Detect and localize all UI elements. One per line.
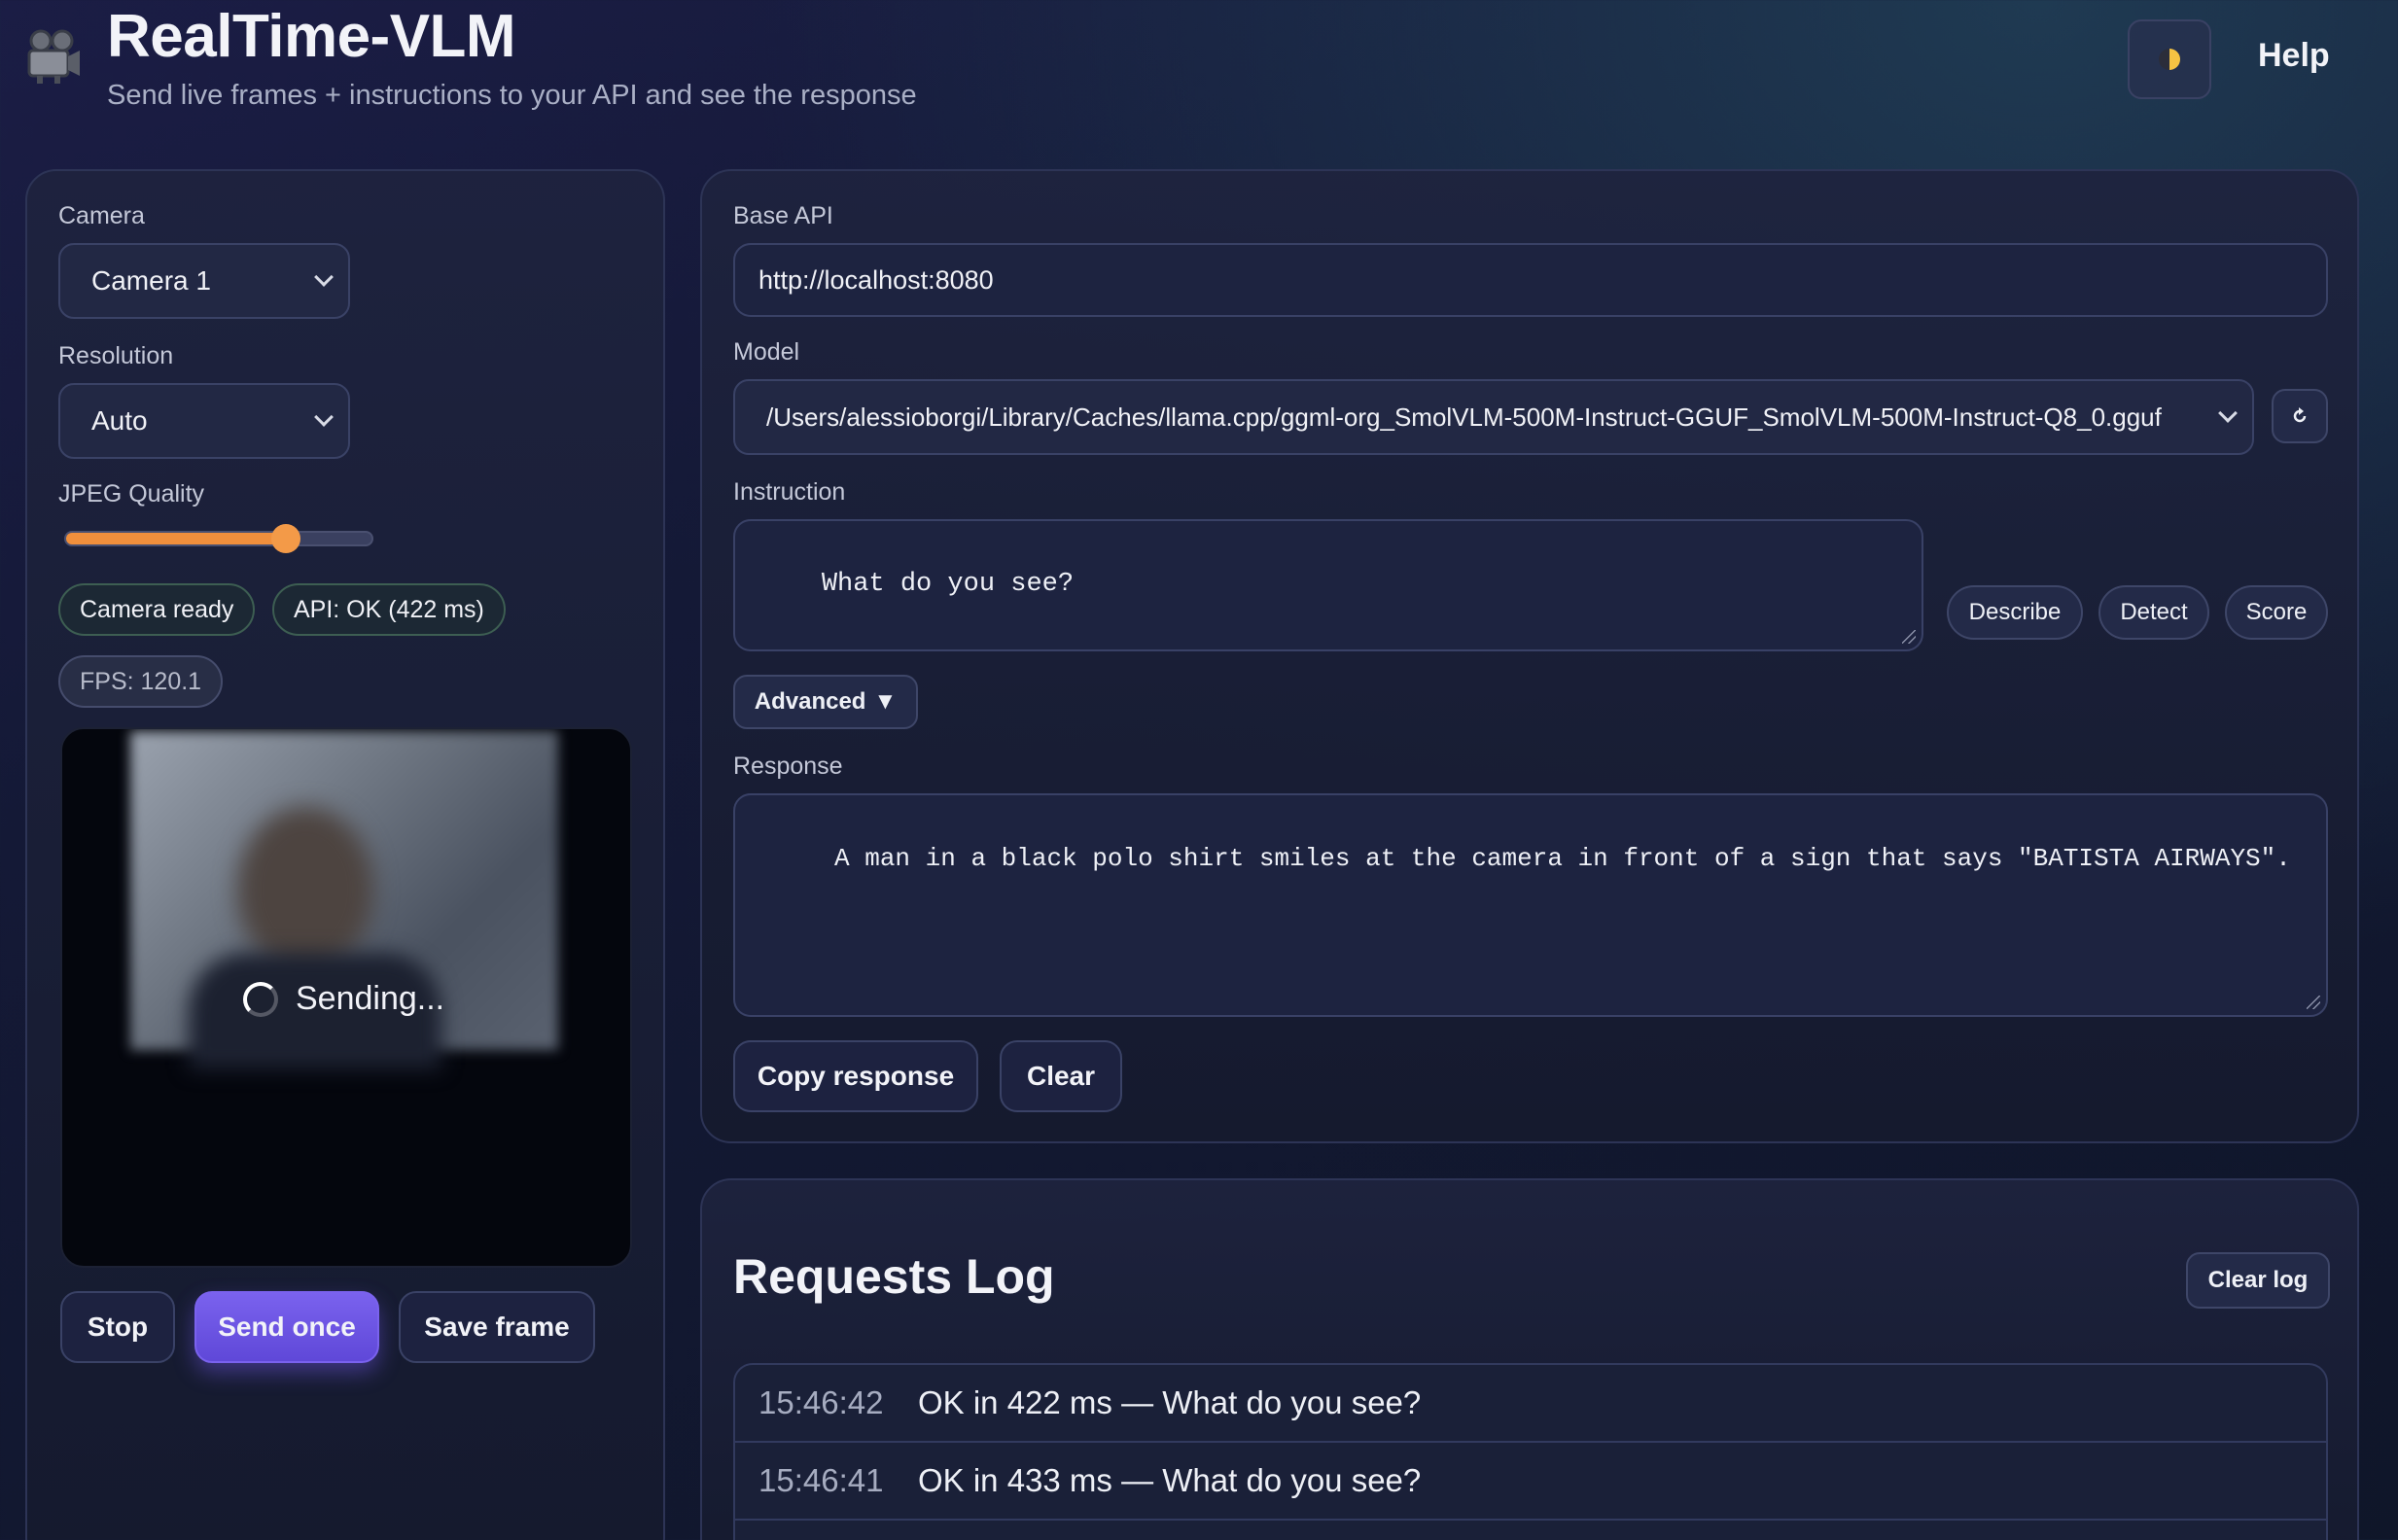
save-frame-button[interactable]: Save frame (399, 1291, 595, 1363)
slider-fill (66, 533, 287, 544)
app-header: RealTime-VLM Send live frames + instruct… (21, 0, 2398, 146)
preset-describe-button[interactable]: Describe (1947, 585, 2083, 640)
camera-label: Camera (58, 202, 145, 229)
camera-preview: Sending... (60, 727, 632, 1268)
instruction-textarea[interactable]: What do you see? (733, 519, 1923, 651)
log-text: OK in 422 ms — What do you see? (918, 1384, 1422, 1420)
resize-handle-icon[interactable] (2307, 996, 2320, 1009)
jpeg-quality-label: JPEG Quality (58, 480, 205, 508)
camera-panel: Camera Camera 1 Resolution Auto JPEG Qua… (25, 169, 665, 1540)
model-label: Model (733, 338, 800, 366)
preset-score-button[interactable]: Score (2225, 585, 2328, 640)
slider-thumb[interactable] (271, 524, 301, 553)
camera-status-badge: Camera ready (58, 583, 256, 636)
base-api-label: Base API (733, 202, 833, 229)
send-once-button[interactable]: Send once (194, 1291, 379, 1363)
base-api-input[interactable]: http://localhost:8080 (733, 243, 2328, 317)
instruction-label: Instruction (733, 478, 846, 506)
resolution-select-value: Auto (91, 405, 148, 436)
instruction-text: What do you see? (821, 570, 1075, 599)
list-item: 15:46:42 OK in 422 ms — What do you see? (735, 1365, 2326, 1443)
jpeg-quality-slider[interactable] (64, 524, 373, 553)
model-select[interactable]: /Users/alessioborgi/Library/Caches/llama… (733, 379, 2254, 455)
response-textarea[interactable]: A man in a black polo shirt smiles at th… (733, 793, 2328, 1017)
app-title: RealTime-VLM (107, 3, 516, 70)
help-link[interactable]: Help (2258, 37, 2330, 75)
video-camera-icon (23, 27, 82, 86)
log-text: OK in 433 ms — What do you see? (918, 1462, 1422, 1498)
spinner-icon (243, 981, 278, 1017)
resolution-label: Resolution (58, 342, 174, 369)
refresh-icon (2293, 407, 2307, 423)
model-select-value: /Users/alessioborgi/Library/Caches/llama… (766, 402, 2162, 432)
advanced-label: Advanced (754, 688, 866, 715)
camera-select[interactable]: Camera 1 (58, 243, 350, 319)
triangle-down-icon: ▼ (873, 688, 898, 715)
list-item: 15:46:41 OK in 433 ms — What do you see? (735, 1443, 2326, 1521)
copy-response-button[interactable]: Copy response (733, 1040, 978, 1112)
api-panel: Base API http://localhost:8080 Model /Us… (700, 169, 2359, 1143)
log-time: 15:46:41 (758, 1462, 884, 1498)
camera-select-value: Camera 1 (91, 265, 211, 296)
theme-toggle-button[interactable] (2128, 19, 2211, 99)
camera-frame-subject (237, 807, 373, 972)
requests-log-panel: Requests Log Clear log 15:46:42 OK in 42… (700, 1178, 2359, 1540)
resize-handle-icon[interactable] (1902, 630, 1916, 644)
clear-log-button[interactable]: Clear log (2186, 1252, 2330, 1309)
sending-text: Sending... (296, 980, 445, 1017)
app-subtitle: Send live frames + instructions to your … (107, 80, 917, 111)
resolution-select[interactable]: Auto (58, 383, 350, 459)
advanced-toggle-button[interactable]: Advanced ▼ (733, 675, 918, 729)
response-text: A man in a black polo shirt smiles at th… (819, 844, 2291, 873)
chevron-down-icon (314, 407, 334, 427)
chevron-down-icon (2218, 403, 2238, 423)
api-status-badge: API: OK (422 ms) (272, 583, 506, 636)
chevron-down-icon (314, 267, 334, 287)
requests-log-list: 15:46:42 OK in 422 ms — What do you see?… (733, 1363, 2328, 1540)
half-moon-icon (2159, 49, 2180, 70)
refresh-models-button[interactable] (2272, 389, 2328, 443)
fps-badge: FPS: 120.1 (58, 655, 224, 708)
preset-detect-button[interactable]: Detect (2098, 585, 2209, 640)
log-time: 15:46:42 (758, 1384, 884, 1420)
clear-response-button[interactable]: Clear (1000, 1040, 1122, 1112)
requests-log-title: Requests Log (733, 1249, 1055, 1304)
response-label: Response (733, 752, 843, 780)
stop-button[interactable]: Stop (60, 1291, 175, 1363)
sending-overlay: Sending... (243, 980, 444, 1018)
